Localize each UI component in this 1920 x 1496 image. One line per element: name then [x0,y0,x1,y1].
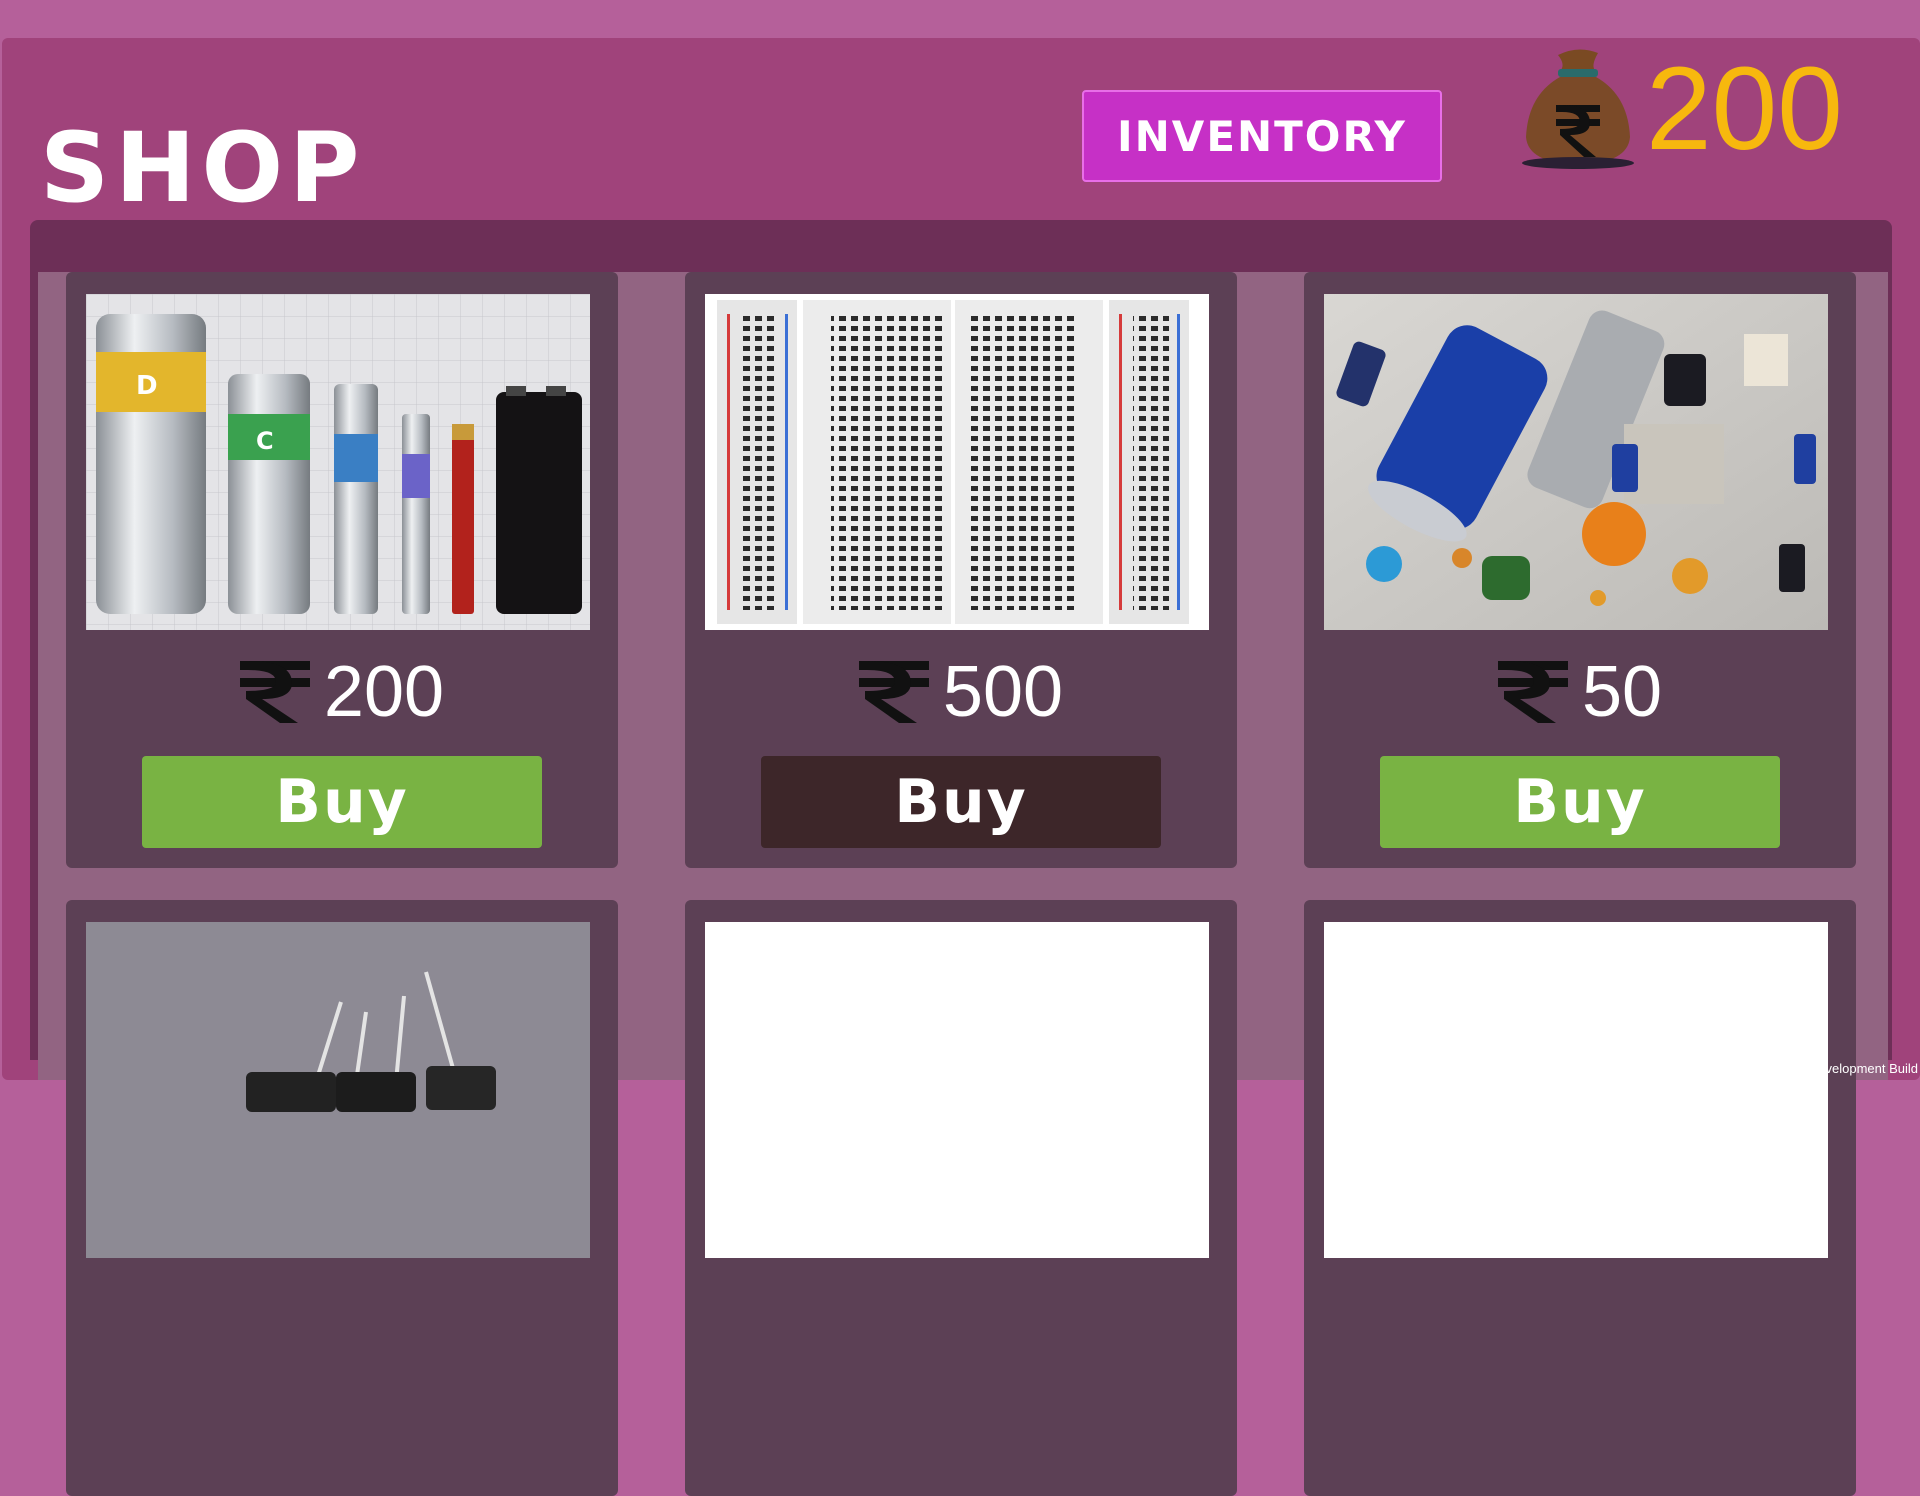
items-grid: D C 200 Buy [38,272,1888,1080]
shop-item-empty [1304,900,1856,1496]
svg-text:C: C [256,427,274,455]
inventory-button[interactable]: INVENTORY [1082,90,1442,182]
item-price: 500 [685,652,1237,732]
breadboard-image [705,294,1209,630]
buy-button[interactable]: Buy [1380,756,1780,848]
buy-button[interactable]: Buy [761,756,1161,848]
shop-item-empty [685,900,1237,1496]
rupee-icon [240,661,310,723]
svg-text:D: D [136,371,158,401]
empty-image [1324,922,1828,1258]
coin-balance: 200 [1646,50,1843,168]
rupee-icon [859,661,929,723]
diodes-image [86,922,590,1258]
price-value: 200 [324,656,444,728]
empty-image [705,922,1209,1258]
money-bag-icon [1518,45,1638,170]
batteries-image: D C [86,294,590,630]
shop-item-batteries: D C 200 Buy [66,272,618,868]
item-price: 50 [1304,652,1856,732]
shop-item-capacitors: 50 Buy [1304,272,1856,868]
price-value: 50 [1582,656,1662,728]
shop-item-breadboard: 500 Buy [685,272,1237,868]
item-price: 200 [66,652,618,732]
rupee-icon [1498,661,1568,723]
shop-item-diodes [66,900,618,1496]
buy-button[interactable]: Buy [142,756,542,848]
page-title: SHOP [40,120,365,216]
price-value: 500 [943,656,1063,728]
capacitors-image [1324,294,1828,630]
dev-build-label: Development Build [1809,1061,1918,1076]
